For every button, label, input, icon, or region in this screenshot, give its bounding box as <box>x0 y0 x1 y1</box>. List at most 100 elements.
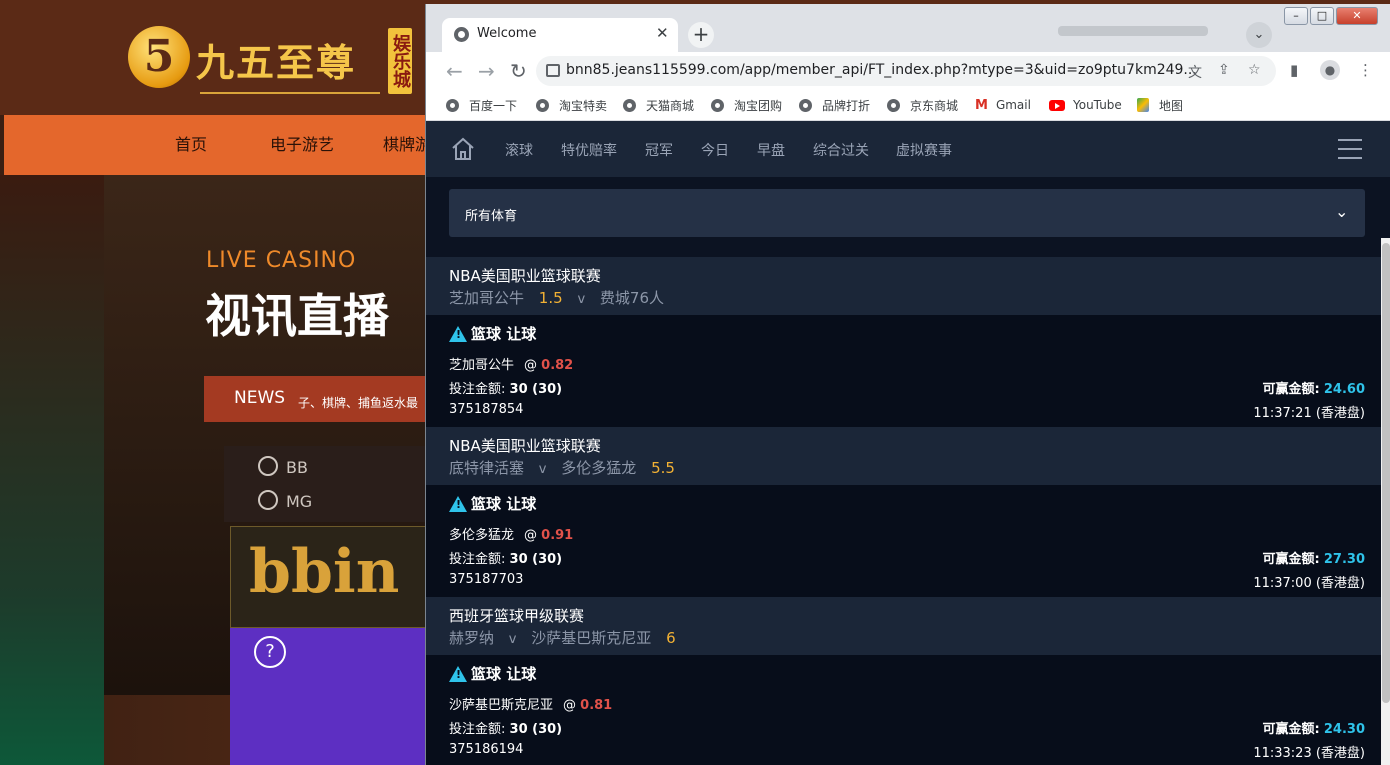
bookmark-brand-discount[interactable]: 品牌打折 <box>799 96 870 114</box>
tab-close-icon[interactable]: ✕ <box>656 24 669 42</box>
bet-detail: 篮球 让球 多伦多猛龙 @ 0.91 投注金额: 30 (30) 可赢金额: 27… <box>426 485 1381 597</box>
bookmark-youtube[interactable]: YouTube <box>1049 96 1122 114</box>
bet-detail: 篮球 让球 芝加哥公牛 @ 0.82 投注金额: 30 (30) 可赢金额: 24… <box>426 315 1381 427</box>
provider-panel: BB MG <box>224 446 434 522</box>
news-text: 子、棋牌、捕鱼返水最 <box>298 396 419 410</box>
window-close-button[interactable]: ✕ <box>1336 7 1378 25</box>
bookmark-taobao-group[interactable]: 淘宝团购 <box>711 96 782 114</box>
browser-window: Welcome ✕ + ⌄ – □ ✕ ← → ↻ bnn85.jeans115… <box>425 4 1390 765</box>
league-name: 西班牙篮球甲级联赛 <box>449 607 585 625</box>
sport-filter-value: 所有体育 <box>465 209 518 224</box>
ticket-id: 375187854 <box>449 402 524 417</box>
hamburger-menu-icon[interactable] <box>1338 139 1362 159</box>
scrollbar-thumb[interactable] <box>1382 243 1390 703</box>
new-tab-button[interactable]: + <box>688 22 714 48</box>
help-icon[interactable]: ? <box>254 636 286 668</box>
match-teams: 底特律活塞 v 多伦多猛龙 5.5 <box>449 457 675 478</box>
address-bar[interactable]: bnn85.jeans115599.com/app/member_api/FT_… <box>536 56 1276 86</box>
away-handicap: 6 <box>666 629 676 647</box>
bet-time: 11:37:21 (香港盘) <box>1253 406 1365 421</box>
warning-icon <box>449 665 467 682</box>
bookmark-jd[interactable]: 京东商城 <box>887 96 958 114</box>
stake-amount: 投注金额: 30 (30) <box>449 548 562 567</box>
mg-icon <box>258 490 278 510</box>
forward-icon[interactable]: → <box>478 59 495 83</box>
share-icon[interactable]: ⇪ <box>1218 62 1230 78</box>
odds-value: 0.82 <box>541 358 574 373</box>
bet-type: 篮球 让球 <box>449 663 536 684</box>
side-panel-icon[interactable]: ▮ <box>1290 61 1298 79</box>
logo-glyph: 5 <box>143 31 175 82</box>
nav-today[interactable]: 今日 <box>701 140 729 160</box>
nav-inplay[interactable]: 滚球 <box>505 140 533 160</box>
nav-virtual[interactable]: 虚拟赛事 <box>896 140 952 160</box>
browser-toolbar: ← → ↻ bnn85.jeans115599.com/app/member_a… <box>426 52 1390 90</box>
provider-mg[interactable]: MG <box>258 490 312 511</box>
url-text[interactable]: bnn85.jeans115599.com/app/member_api/FT_… <box>566 62 1197 78</box>
more-menu-icon[interactable]: ⋮ <box>1358 61 1373 79</box>
bet-pick: 多伦多猛龙 @ 0.91 <box>449 524 573 543</box>
bookmark-label: 天猫商城 <box>646 98 695 113</box>
potential-win: 可赢金额: 24.60 <box>1263 378 1365 397</box>
bookmark-maps[interactable]: 地图 <box>1137 96 1183 114</box>
away-handicap: 5.5 <box>651 459 675 477</box>
casino-nav-slots[interactable]: 电子游艺 <box>270 115 334 175</box>
odds-value: 0.91 <box>541 528 574 543</box>
win-value: 24.60 <box>1323 382 1365 397</box>
news-ticker: NEWS 子、棋牌、捕鱼返水最 <box>204 376 434 422</box>
casino-nav-cards[interactable]: 棋牌游 <box>383 115 431 175</box>
league-name: NBA美国职业篮球联赛 <box>449 267 601 285</box>
nav-outright[interactable]: 冠军 <box>645 140 673 160</box>
nav-parlay[interactable]: 综合过关 <box>813 140 869 160</box>
gmail-icon: M <box>975 97 988 113</box>
minimize-button[interactable]: – <box>1284 7 1308 25</box>
vs-label: v <box>577 292 586 307</box>
tab-search-icon[interactable]: ⌄ <box>1246 22 1272 48</box>
game-card[interactable]: ? <box>230 628 434 765</box>
home-team: 底特律活塞 <box>449 459 525 477</box>
sports-nav: 滚球 特优赔率 冠军 今日 早盘 综合过关 虚拟赛事 <box>426 121 1390 177</box>
home-icon[interactable] <box>451 137 475 161</box>
maps-icon <box>1137 98 1149 112</box>
casino-nav-home[interactable]: 首页 <box>175 115 207 175</box>
scrollbar[interactable] <box>1381 238 1390 765</box>
bookmark-taobao-sale[interactable]: 淘宝特卖 <box>536 96 607 114</box>
maximize-button[interactable]: □ <box>1310 7 1334 25</box>
bookmark-gmail[interactable]: M Gmail <box>975 96 1031 114</box>
casino-logo-text: 九五至尊 <box>196 40 357 85</box>
bet-detail: 篮球 让球 沙萨基巴斯克尼亚 @ 0.81 投注金额: 30 (30) 可赢金额:… <box>426 655 1381 765</box>
bet-type-label: 篮球 让球 <box>471 325 537 343</box>
bookmark-star-icon[interactable]: ☆ <box>1248 62 1261 78</box>
globe-icon <box>623 98 636 112</box>
chip-icon <box>258 456 278 476</box>
bet-time: 11:33:23 (香港盘) <box>1253 746 1365 761</box>
tab-welcome[interactable]: Welcome ✕ <box>442 18 678 52</box>
casino-logo-icon[interactable]: 5 <box>128 26 190 88</box>
globe-icon <box>454 27 469 42</box>
bookmarks-bar: 百度一下 淘宝特卖 天猫商城 淘宝团购 品牌打折 京东商城 M Gmail You… <box>426 90 1390 121</box>
lock-icon[interactable] <box>546 64 560 77</box>
globe-icon <box>711 98 724 112</box>
provider-mg-label: MG <box>286 492 313 511</box>
tab-strip: Welcome ✕ + ⌄ – □ ✕ <box>426 4 1390 52</box>
bookmark-tmall[interactable]: 天猫商城 <box>623 96 694 114</box>
hero-title: 视讯直播 <box>205 289 389 343</box>
win-label: 可赢金额: <box>1262 382 1320 397</box>
back-icon[interactable]: ← <box>446 59 463 83</box>
warning-icon <box>449 325 467 342</box>
stake-label: 投注金额: <box>449 552 506 567</box>
profile-avatar-icon[interactable]: ● <box>1320 60 1340 80</box>
hero-left-decoration <box>0 175 104 765</box>
provider-bb[interactable]: BB <box>258 456 308 477</box>
reload-icon[interactable]: ↻ <box>510 59 527 83</box>
bookmark-baidu[interactable]: 百度一下 <box>446 96 517 114</box>
nav-best-odds[interactable]: 特优赔率 <box>561 140 617 160</box>
youtube-icon <box>1049 99 1065 111</box>
stake-label: 投注金额: <box>449 722 506 737</box>
bbin-banner[interactable]: bbin <box>230 526 436 628</box>
sport-filter-dropdown[interactable]: 所有体育 ⌄ <box>449 189 1365 237</box>
nav-early[interactable]: 早盘 <box>757 140 785 160</box>
bet-pick: 沙萨基巴斯克尼亚 @ 0.81 <box>449 694 612 713</box>
translate-icon[interactable]: 文 <box>1188 62 1202 82</box>
vs-label: v <box>538 462 547 477</box>
